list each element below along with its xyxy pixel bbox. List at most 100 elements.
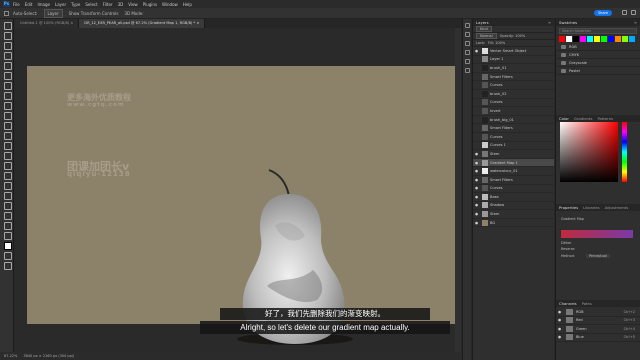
layer-row[interactable]: brush_01 <box>473 64 554 73</box>
zoom-level[interactable]: 67.22% <box>4 354 17 358</box>
gradient-preview[interactable] <box>561 230 633 238</box>
foreground-color-icon[interactable] <box>3 241 12 250</box>
hand-tool-icon[interactable] <box>3 211 12 220</box>
share-button[interactable]: Share <box>594 10 612 16</box>
menu-plugins[interactable]: Plugins <box>143 2 157 7</box>
adjustments-tab[interactable]: Adjustments <box>605 205 629 210</box>
tab-untitled[interactable]: Untitled-1 @ 100% (RGB/8) × <box>15 19 80 28</box>
panel-menu-icon[interactable]: ≡ <box>634 20 637 25</box>
menu-window[interactable]: Window <box>162 2 178 7</box>
layer-row[interactable]: ● Stem <box>473 150 554 159</box>
blur-tool-icon[interactable] <box>3 151 12 160</box>
info-icon[interactable] <box>465 68 470 73</box>
layer-row[interactable]: ● Gradient Map 1 <box>473 158 554 168</box>
auto-select-checkbox[interactable]: Auto-Select: <box>13 11 38 16</box>
dither-checkbox[interactable]: Dither <box>561 241 572 245</box>
menu-image[interactable]: Image <box>37 2 50 7</box>
screen-mode-icon[interactable] <box>3 261 12 270</box>
history-brush-tool-icon[interactable] <box>3 121 12 130</box>
channel-row[interactable]: ● Green Ctrl+4 <box>556 325 640 334</box>
visibility-eye-icon[interactable]: ● <box>473 49 480 53</box>
marquee-tool-icon[interactable] <box>3 31 12 40</box>
method-dropdown[interactable]: Perceptual <box>586 254 610 258</box>
layer-row[interactable]: ● BG <box>473 219 554 228</box>
paragraph-icon[interactable] <box>465 50 470 55</box>
menu-file[interactable]: File <box>13 2 20 7</box>
swatch-folder[interactable]: Grayscale <box>556 59 640 67</box>
show-transform-checkbox[interactable]: Show Transform Controls <box>69 11 119 16</box>
swatch-folder[interactable]: RGB <box>556 43 640 51</box>
properties-tab[interactable]: Properties <box>559 205 578 210</box>
hue-slider[interactable] <box>622 122 627 182</box>
layer-row[interactable]: ● Curves <box>473 185 554 194</box>
panel-menu-icon[interactable]: ≡ <box>548 20 551 25</box>
layer-row[interactable]: Curves <box>473 99 554 108</box>
visibility-eye-icon[interactable]: ● <box>556 310 563 314</box>
layer-row[interactable]: brush_02 <box>473 90 554 99</box>
menu-3d[interactable]: 3D <box>118 2 124 7</box>
swatches-tab[interactable]: Swatches <box>559 20 577 25</box>
swatch-search-input[interactable]: Search Swatches <box>559 28 637 34</box>
reverse-checkbox[interactable]: Reverse <box>561 247 575 251</box>
layer-row[interactable]: ● Stem <box>473 210 554 219</box>
layer-row[interactable]: brush_big_01 <box>473 116 554 125</box>
layer-row[interactable]: Curves <box>473 81 554 90</box>
layer-row[interactable]: ● watercolour_01 <box>473 167 554 176</box>
channel-row[interactable]: ● Blue Ctrl+5 <box>556 334 640 342</box>
paths-tab[interactable]: Paths <box>582 301 592 306</box>
gradient-tool-icon[interactable] <box>3 141 12 150</box>
type-tool-icon[interactable] <box>3 181 12 190</box>
layer-row[interactable]: Smart Filters <box>473 124 554 133</box>
channel-row[interactable]: ● RGB Ctrl+2 <box>556 308 640 317</box>
visibility-eye-icon[interactable]: ● <box>473 152 480 156</box>
channels-tab[interactable]: Channels <box>559 301 577 306</box>
layer-row[interactable]: ● Shadow <box>473 202 554 211</box>
layer-row[interactable]: Layer 1 <box>473 56 554 65</box>
visibility-eye-icon[interactable]: ● <box>473 212 480 216</box>
layer-row[interactable]: ● Smart Filters <box>473 176 554 185</box>
visibility-eye-icon[interactable]: ● <box>556 318 563 322</box>
swatch-folder[interactable]: CMYK <box>556 51 640 59</box>
canvas-scrollbar[interactable] <box>455 28 461 352</box>
pen-tool-icon[interactable] <box>3 171 12 180</box>
character-icon[interactable] <box>465 59 470 64</box>
crop-tool-icon[interactable] <box>3 61 12 70</box>
layer-row[interactable]: ● Vector Smart Object <box>473 47 554 56</box>
workspace-icon[interactable] <box>631 10 636 15</box>
brush-settings-icon[interactable] <box>465 41 470 46</box>
opacity-field[interactable]: Opacity: 100% <box>500 34 526 38</box>
color-tab[interactable]: Color <box>559 116 569 121</box>
move-tool-icon[interactable] <box>4 10 9 16</box>
eraser-tool-icon[interactable] <box>3 131 12 140</box>
history-icon[interactable] <box>465 23 470 28</box>
swatch[interactable] <box>587 36 593 42</box>
quick-select-tool-icon[interactable] <box>3 51 12 60</box>
swatch[interactable] <box>622 36 628 42</box>
move-tool-icon[interactable] <box>3 21 12 30</box>
menu-help[interactable]: Help <box>183 2 192 7</box>
swatch[interactable] <box>559 36 565 42</box>
quick-mask-icon[interactable] <box>3 251 12 260</box>
menu-view[interactable]: View <box>128 2 138 7</box>
menu-layer[interactable]: Layer <box>55 2 66 7</box>
brush-tool-icon[interactable] <box>3 101 12 110</box>
path-select-tool-icon[interactable] <box>3 191 12 200</box>
swatch-folder[interactable]: Pastel <box>556 67 640 75</box>
frame-tool-icon[interactable] <box>3 71 12 80</box>
layer-row[interactable]: Curves 1 <box>473 142 554 151</box>
canvas-area[interactable]: 更多海外优质教程 www.cgtq.com 团课加团长v qiqiyu-1213… <box>15 28 455 352</box>
more-tools-icon[interactable] <box>3 231 12 240</box>
visibility-eye-icon[interactable]: ● <box>473 161 480 165</box>
menu-type[interactable]: Type <box>71 2 80 7</box>
dodge-tool-icon[interactable] <box>3 161 12 170</box>
visibility-eye-icon[interactable]: ● <box>473 178 480 182</box>
fill-field[interactable]: Fill: 100% <box>488 41 505 45</box>
layer-kind-filter[interactable]: Kind <box>476 26 492 32</box>
menu-edit[interactable]: Edit <box>25 2 33 7</box>
document-canvas[interactable]: 更多海外优质教程 www.cgtq.com 团课加团长v qiqiyu-1213… <box>27 66 455 345</box>
swatch[interactable] <box>566 36 572 42</box>
swatch[interactable] <box>594 36 600 42</box>
healing-tool-icon[interactable] <box>3 91 12 100</box>
layers-tab[interactable]: Layers <box>476 20 489 25</box>
layer-row[interactable]: Smart Filters <box>473 73 554 82</box>
